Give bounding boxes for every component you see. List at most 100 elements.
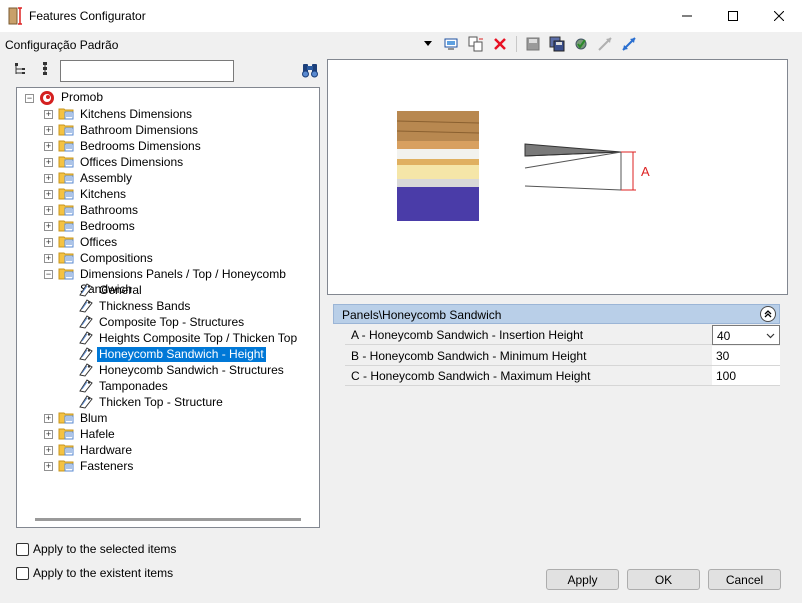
tree-leaf-label[interactable]: Honeycomb Sandwich - Height	[97, 347, 266, 362]
app-icon	[8, 7, 22, 25]
tree-folder-label[interactable]: Hardware	[78, 443, 134, 458]
tree-folder-label[interactable]: Blum	[78, 411, 109, 426]
toolbar	[418, 34, 639, 54]
apply-selected-label: Apply to the selected items	[33, 542, 177, 556]
property-row: A - Honeycomb Sandwich - Insertion Heigh…	[345, 325, 780, 345]
minimize-icon	[682, 15, 692, 17]
tree-tools	[14, 61, 54, 80]
horizontal-scrollbar[interactable]	[35, 518, 301, 521]
properties-header: Panels\Honeycomb Sandwich	[333, 304, 780, 324]
tree-leaf-label[interactable]: Heights Composite Top / Thicken Top	[97, 331, 299, 346]
apply-existent-checkbox[interactable]	[16, 566, 29, 580]
double-chevron-up-icon	[764, 310, 772, 318]
tree-folder-label[interactable]: Assembly	[78, 171, 134, 186]
expand-arrows-icon	[622, 37, 636, 51]
expand-toggle[interactable]: +	[44, 110, 53, 119]
tree-folder-label[interactable]: Kitchens Dimensions	[78, 107, 194, 122]
expand-toggle[interactable]: +	[44, 446, 53, 455]
tree-folder-label[interactable]: Compositions	[78, 251, 155, 266]
apply-button[interactable]: Apply	[546, 569, 619, 590]
panel-photo-image	[397, 111, 479, 221]
expand-tree-button[interactable]	[38, 61, 54, 80]
property-label: B - Honeycomb Sandwich - Minimum Height	[345, 346, 712, 366]
minimize-button[interactable]	[664, 0, 710, 32]
expand-toggle[interactable]: +	[44, 142, 53, 151]
apply-existent-label: Apply to the existent items	[33, 566, 174, 580]
folder-icon	[58, 266, 75, 284]
cancel-button[interactable]: Cancel	[708, 569, 781, 590]
expand-button[interactable]	[619, 34, 639, 54]
config-dropdown-button[interactable]	[418, 34, 438, 54]
feature-tag-icon	[78, 394, 94, 412]
apply-selected-checkbox[interactable]	[16, 542, 29, 556]
expand-toggle[interactable]: +	[44, 430, 53, 439]
settings-check-icon	[575, 38, 587, 50]
collapse-toggle[interactable]: −	[25, 94, 34, 103]
delete-icon	[494, 38, 506, 50]
tree-root-label[interactable]: Promob	[59, 90, 105, 105]
collapse-button[interactable]	[595, 34, 615, 54]
tree-folder-label[interactable]: Hafele	[78, 427, 117, 442]
dimension-diagram	[524, 143, 636, 191]
copy-icon	[468, 36, 483, 52]
expand-toggle[interactable]: +	[44, 222, 53, 231]
tree-folder-label[interactable]: Bedrooms Dimensions	[78, 139, 203, 154]
chevron-down-icon	[766, 333, 775, 339]
ok-button[interactable]: OK	[627, 569, 700, 590]
feature-tree[interactable]: − Promob + Kitchens Dimensions + Bathroom D…	[16, 87, 320, 528]
collapse-section-button[interactable]	[760, 306, 776, 322]
tree-leaf-label[interactable]: Honeycomb Sandwich - Structures	[97, 363, 286, 378]
monitor-icon	[444, 38, 458, 50]
tree-folder-label[interactable]: Bathrooms	[78, 203, 140, 218]
save-button[interactable]	[523, 34, 543, 54]
property-value-field[interactable]: 100	[712, 366, 780, 386]
property-value-field[interactable]: 30	[712, 346, 780, 366]
tree-folder-label[interactable]: Fasteners	[78, 459, 135, 474]
expand-toggle[interactable]: +	[44, 190, 53, 199]
property-label: C - Honeycomb Sandwich - Maximum Height	[345, 366, 712, 386]
maximize-icon	[728, 11, 738, 21]
new-config-button[interactable]	[442, 34, 462, 54]
property-row: C - Honeycomb Sandwich - Maximum Height 1…	[345, 366, 780, 386]
settings-button[interactable]	[571, 34, 591, 54]
close-icon	[774, 11, 784, 21]
expand-toggle[interactable]: +	[44, 174, 53, 183]
expand-toggle[interactable]: −	[44, 270, 53, 279]
tree-expand-icon	[43, 62, 47, 75]
tree-folder-label[interactable]: Offices Dimensions	[78, 155, 185, 170]
expand-toggle[interactable]: +	[44, 126, 53, 135]
property-row: B - Honeycomb Sandwich - Minimum Height 3…	[345, 346, 780, 366]
save-as-button[interactable]	[547, 34, 567, 54]
apply-existent-option[interactable]: Apply to the existent items	[16, 566, 173, 580]
tree-collapse-icon	[15, 63, 25, 74]
folder-icon	[58, 458, 75, 476]
expand-toggle[interactable]: +	[44, 206, 53, 215]
close-button[interactable]	[756, 0, 802, 32]
expand-toggle[interactable]: +	[44, 254, 53, 263]
expand-toggle[interactable]: +	[44, 462, 53, 471]
collapse-tree-button[interactable]	[14, 61, 30, 80]
apply-selected-option[interactable]: Apply to the selected items	[16, 542, 176, 556]
tree-folder-label[interactable]: Bathroom Dimensions	[78, 123, 200, 138]
tree-leaf-label[interactable]: General	[97, 283, 144, 298]
tree-folder-label[interactable]: Kitchens	[78, 187, 128, 202]
save-icon	[526, 37, 540, 51]
tree-leaf-label[interactable]: Thickness Bands	[97, 299, 192, 314]
configuration-name: Configuração Padrão	[5, 38, 119, 52]
maximize-button[interactable]	[710, 0, 756, 32]
tree-leaf-label[interactable]: Tamponades	[97, 379, 170, 394]
tree-folder-label[interactable]: Offices	[78, 235, 119, 250]
property-value-dropdown[interactable]: 40	[712, 325, 780, 345]
expand-toggle[interactable]: +	[44, 414, 53, 423]
tree-folder-label[interactable]: Bedrooms	[78, 219, 137, 234]
tree-leaf-label[interactable]: Thicken Top - Structure	[97, 395, 225, 410]
copy-config-button[interactable]	[466, 34, 486, 54]
expand-toggle[interactable]: +	[44, 238, 53, 247]
title-bar: Features Configurator	[0, 0, 802, 32]
tree-leaf-label[interactable]: Composite Top - Structures	[97, 315, 246, 330]
delete-config-button[interactable]	[490, 34, 510, 54]
expand-toggle[interactable]: +	[44, 158, 53, 167]
search-input[interactable]	[60, 60, 234, 82]
window-title: Features Configurator	[29, 9, 146, 23]
find-binoculars-icon[interactable]	[301, 61, 319, 79]
